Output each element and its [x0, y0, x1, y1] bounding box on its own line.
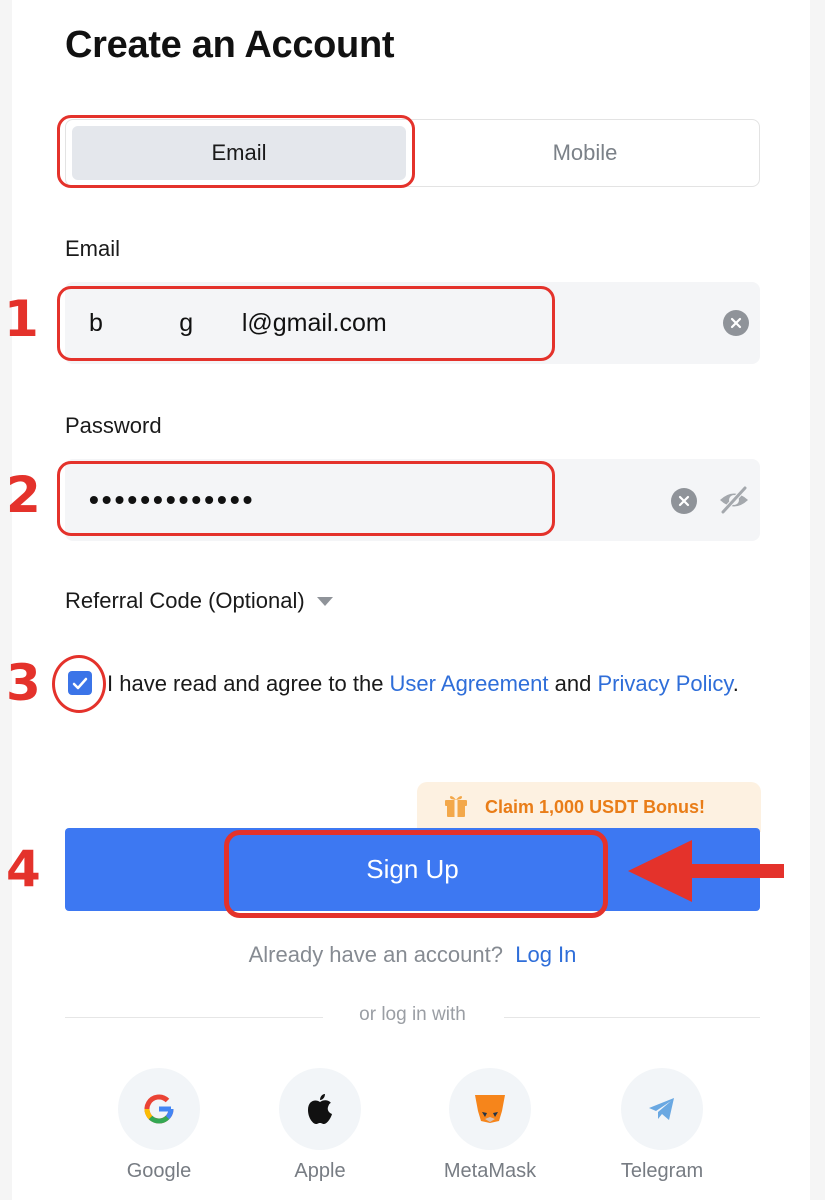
referral-label: Referral Code (Optional) — [65, 588, 305, 613]
password-field[interactable]: ••••••••••••• — [65, 459, 760, 541]
telegram-label: Telegram — [620, 1160, 704, 1182]
annotation-step-4: 4 — [6, 840, 41, 898]
privacy-policy-link[interactable]: Privacy Policy — [597, 671, 732, 696]
apple-label: Apple — [294, 1160, 346, 1182]
log-in-link[interactable]: Log In — [515, 942, 576, 967]
eye-hidden-icon[interactable] — [717, 485, 751, 515]
login-prompt: Already have an account? Log In — [65, 942, 760, 968]
password-value: ••••••••••••• — [89, 484, 256, 515]
email-field[interactable]: b g l@gmail.com — [65, 282, 760, 364]
bonus-banner: Claim 1,000 USDT Bonus! — [417, 782, 761, 832]
annotation-step-3: 3 — [6, 654, 41, 712]
metamask-icon — [449, 1068, 531, 1150]
clear-password-icon[interactable] — [671, 488, 697, 514]
telegram-login-button[interactable] — [620, 1068, 704, 1150]
user-agreement-link[interactable]: User Agreement — [390, 671, 549, 696]
annotation-step-1: 1 — [4, 290, 39, 348]
tab-email[interactable]: Email — [72, 126, 406, 180]
agreement-and: and — [548, 671, 598, 696]
bonus-text: Claim 1,000 USDT Bonus! — [485, 796, 706, 817]
signup-panel: Create an Account Email Mobile Email b g… — [12, 0, 810, 1200]
page-title: Create an Account — [65, 24, 395, 66]
telegram-icon — [621, 1068, 703, 1150]
email-label: Email — [65, 236, 121, 261]
password-label: Password — [65, 413, 162, 438]
metamask-label: MetaMask — [443, 1160, 537, 1182]
apple-icon — [279, 1068, 361, 1150]
email-value: b g l@gmail.com — [89, 308, 387, 337]
agreement-prefix: I have read and agree to the — [107, 671, 390, 696]
clear-email-icon[interactable] — [723, 310, 749, 336]
metamask-login-button[interactable] — [448, 1068, 532, 1150]
divider-text: or log in with — [359, 1004, 466, 1025]
apple-login-button[interactable] — [278, 1068, 362, 1150]
signup-method-tabs: Email Mobile — [65, 119, 760, 187]
google-icon — [118, 1068, 200, 1150]
agreement-suffix: . — [732, 671, 739, 696]
tab-mobile[interactable]: Mobile — [418, 126, 752, 180]
google-login-button[interactable] — [117, 1068, 201, 1150]
chevron-down-icon — [316, 596, 333, 606]
agreement-checkbox[interactable] — [68, 671, 92, 695]
annotation-step-2: 2 — [6, 466, 41, 524]
gift-icon — [443, 792, 469, 823]
google-label: Google — [126, 1160, 192, 1182]
annotation-arrow — [626, 838, 786, 904]
referral-code-toggle[interactable]: Referral Code (Optional) — [65, 588, 333, 614]
agreement-text: I have read and agree to the User Agreem… — [107, 665, 767, 703]
login-prompt-text: Already have an account? — [248, 942, 503, 967]
